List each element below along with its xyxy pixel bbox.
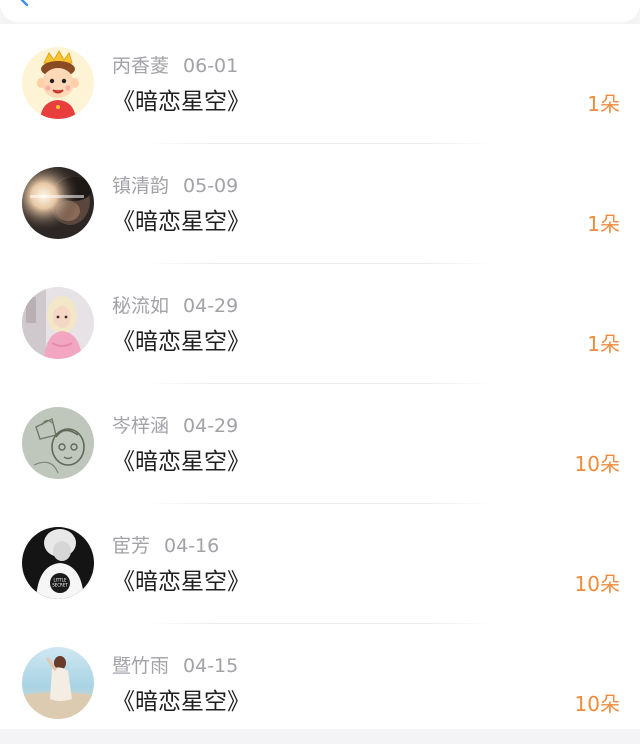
send-date: 04-29 bbox=[183, 295, 239, 317]
avatar-girl-pink[interactable] bbox=[22, 287, 94, 359]
flower-count: 10朵 bbox=[574, 572, 620, 596]
list-item[interactable]: 岑梓涵 04-29 《暗恋星空》 10朵 bbox=[0, 384, 640, 504]
flower-count: 10朵 bbox=[574, 452, 620, 476]
search-icon[interactable] bbox=[18, 0, 32, 10]
flower-count: 1朵 bbox=[587, 332, 620, 356]
list-item[interactable]: 镇清韵 05-09 《暗恋星空》 1朵 bbox=[0, 144, 640, 264]
flower-count: 1朵 bbox=[587, 212, 620, 236]
avatar-sketch[interactable] bbox=[22, 407, 94, 479]
avatar-dark-portrait[interactable] bbox=[22, 167, 94, 239]
list-item[interactable]: 秘流如 04-29 《暗恋星空》 1朵 bbox=[0, 264, 640, 384]
sender-name: 岑梓涵 bbox=[112, 415, 170, 437]
work-title[interactable]: 《暗恋星空》 bbox=[112, 446, 250, 478]
sender-name: 宦芳 bbox=[112, 535, 151, 557]
work-title[interactable]: 《暗恋星空》 bbox=[112, 86, 250, 118]
avatar-little-secret[interactable]: LITTLE SECRET bbox=[22, 527, 94, 599]
send-date: 04-15 bbox=[183, 655, 239, 677]
avatar-cartoon-boy[interactable] bbox=[22, 47, 94, 119]
sender-meta: 宦芳 04-16 bbox=[112, 534, 219, 558]
sender-name: 镇清韵 bbox=[112, 175, 170, 197]
send-date: 05-09 bbox=[183, 175, 239, 197]
send-date: 06-01 bbox=[183, 55, 239, 77]
sender-name: 秘流如 bbox=[112, 295, 170, 317]
flower-count: 10朵 bbox=[574, 692, 620, 716]
work-title[interactable]: 《暗恋星空》 bbox=[112, 686, 250, 718]
sender-meta: 丙香菱 06-01 bbox=[112, 54, 238, 78]
sender-meta: 秘流如 04-29 bbox=[112, 294, 238, 318]
shirt-print-line2: SECRET bbox=[52, 583, 68, 588]
work-title[interactable]: 《暗恋星空》 bbox=[112, 566, 250, 598]
flower-count: 1朵 bbox=[587, 92, 620, 116]
work-title[interactable]: 《暗恋星空》 bbox=[112, 326, 250, 358]
flower-gift-list: 丙香菱 06-01 《暗恋星空》 1朵 镇清韵 05-09 《暗恋星空》 1朵 … bbox=[0, 24, 640, 729]
sender-meta: 镇清韵 05-09 bbox=[112, 174, 238, 198]
send-date: 04-29 bbox=[183, 415, 239, 437]
list-item[interactable]: 暨竹雨 04-15 《暗恋星空》 10朵 bbox=[0, 624, 640, 744]
list-item[interactable]: 丙香菱 06-01 《暗恋星空》 1朵 bbox=[0, 24, 640, 144]
search-bar[interactable] bbox=[0, 0, 640, 22]
sender-meta: 暨竹雨 04-15 bbox=[112, 654, 238, 678]
sender-meta: 岑梓涵 04-29 bbox=[112, 414, 238, 438]
sender-name: 丙香菱 bbox=[112, 55, 170, 77]
list-item[interactable]: LITTLE SECRET 宦芳 04-16 《暗恋星空》 10朵 bbox=[0, 504, 640, 624]
work-title[interactable]: 《暗恋星空》 bbox=[112, 206, 250, 238]
avatar-beach-girl[interactable] bbox=[22, 647, 94, 719]
send-date: 04-16 bbox=[164, 535, 220, 557]
sender-name: 暨竹雨 bbox=[112, 655, 170, 677]
